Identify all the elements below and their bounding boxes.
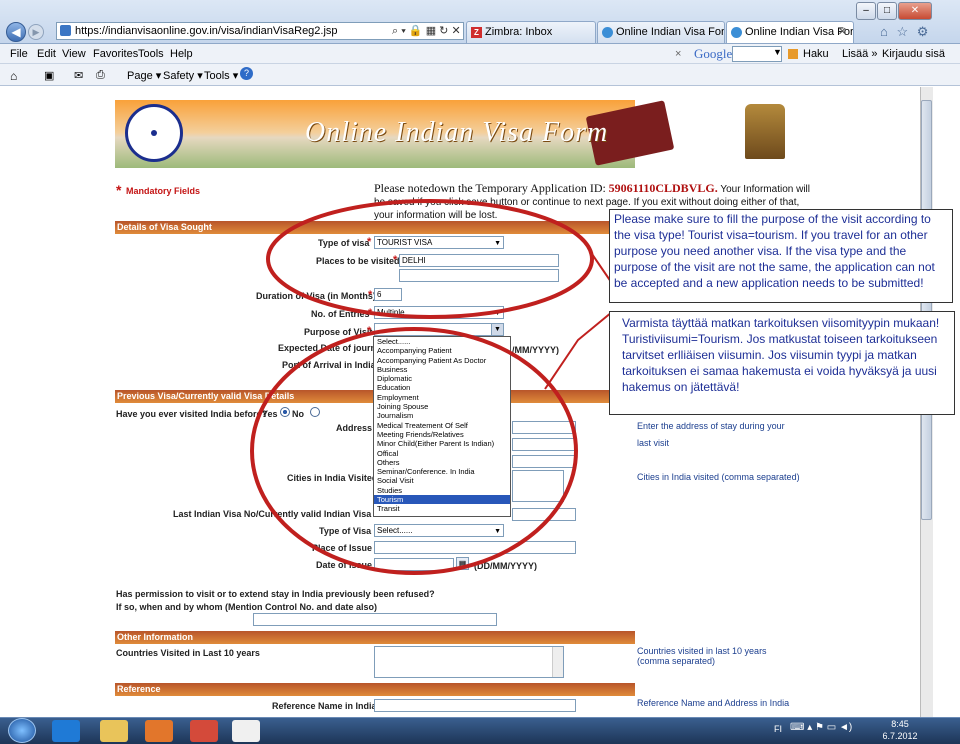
chrome-taskbar-icon[interactable] <box>190 720 218 742</box>
callout-pointer-fi <box>544 311 613 390</box>
clock-date: 6.7.2012 <box>882 731 918 741</box>
keyboard-icon[interactable]: ⌨ <box>790 722 804 733</box>
firefox-taskbar-icon[interactable] <box>145 720 173 742</box>
document-taskbar-icon[interactable] <box>232 720 260 742</box>
annotation-ellipse-visa-type <box>266 199 594 319</box>
callout-english: Please make sure to fill the purpose of … <box>609 209 953 303</box>
flag-icon[interactable]: ⚑ <box>815 722 824 733</box>
tray-icons: ⌨ ▴ ⚑ ▭ ◄) <box>790 722 852 733</box>
explorer-taskbar-icon[interactable] <box>100 720 128 742</box>
clock-time: 8:45 <box>891 719 909 729</box>
start-button[interactable] <box>8 718 36 743</box>
language-indicator[interactable]: FI <box>774 724 782 734</box>
annotation-ellipse-purpose <box>250 327 578 575</box>
chevron-up-icon[interactable]: ▴ <box>807 722 812 733</box>
network-icon[interactable]: ▭ <box>827 722 836 733</box>
callout-finnish: Varmista täyttää matkan tarkoituksen vii… <box>609 311 955 415</box>
ie-taskbar-icon[interactable] <box>52 720 80 742</box>
volume-icon[interactable]: ◄) <box>839 722 852 733</box>
taskbar-clock[interactable]: 8:45 6.7.2012 <box>878 718 922 742</box>
screen: { "browser": { "url": "https://indianvis… <box>0 0 960 744</box>
